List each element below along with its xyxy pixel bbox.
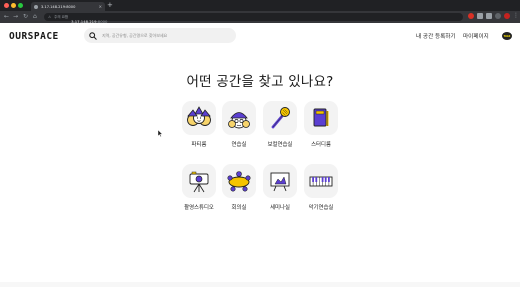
- mypage-link[interactable]: 마이페이지: [463, 32, 489, 40]
- globe-icon: [34, 4, 38, 9]
- search-icon: [89, 31, 97, 40]
- category-practice-room[interactable]: 연습실: [219, 101, 259, 148]
- warning-icon[interactable]: ⚠: [48, 15, 51, 19]
- bookmark-icon[interactable]: [486, 13, 492, 19]
- practice-room-icon: [228, 112, 250, 129]
- search-bar[interactable]: 지역, 공간유형, 공간명으로 찾아보세요: [84, 28, 236, 43]
- close-window-button[interactable]: [4, 3, 9, 8]
- page-title: 어떤 공간을 찾고 있나요?: [186, 74, 334, 90]
- browser-avatar[interactable]: [504, 13, 510, 19]
- category-vocal-room[interactable]: 보컬연습실: [260, 101, 300, 148]
- category-seminar-room[interactable]: 세미나실: [260, 164, 300, 211]
- reload-button[interactable]: ↻: [23, 13, 28, 21]
- minimize-window-button[interactable]: [11, 3, 16, 8]
- back-button[interactable]: ←: [4, 13, 9, 21]
- category-studio[interactable]: 촬영스튜디오: [179, 164, 219, 211]
- meeting-room-icon: [227, 171, 251, 192]
- register-space-link[interactable]: 내 공간 등록하기: [416, 32, 456, 40]
- security-label: 주의 요함: [54, 14, 69, 19]
- address-bar[interactable]: ⚠ 주의 요함 3.17.148.219:8000: [44, 13, 463, 24]
- mouse-cursor-icon: [158, 130, 163, 137]
- profile-avatar[interactable]: [495, 13, 501, 19]
- forward-button[interactable]: →: [13, 13, 18, 21]
- kakao-talk-icon[interactable]: TALK: [502, 32, 512, 40]
- category-study-room[interactable]: 스터디룸: [301, 101, 341, 148]
- site-header: OURSPACE 지역, 공간유형, 공간명으로 찾아보세요 내 공간 등록하기…: [0, 23, 520, 49]
- seminar-room-icon: [270, 172, 290, 192]
- bottom-edge: [0, 282, 520, 287]
- zoom-window-button[interactable]: [18, 3, 23, 8]
- logo[interactable]: OURSPACE: [9, 31, 59, 42]
- home-button[interactable]: ⌂: [33, 13, 37, 21]
- studio-icon: [189, 171, 209, 193]
- category-party-room[interactable]: 파티룸: [179, 101, 219, 148]
- more-menu-icon[interactable]: ⋮: [513, 13, 519, 19]
- extension-icon[interactable]: [468, 13, 474, 19]
- browser-toolbar: ← → ↻ ⌂ ⚠ 주의 요함 3.17.148.219:8000 ⋮: [0, 11, 520, 24]
- study-room-icon: [313, 108, 329, 127]
- vocal-room-icon: [271, 107, 290, 129]
- category-instrument-room[interactable]: 악기연습실: [301, 164, 341, 211]
- instrument-room-icon: [309, 176, 333, 187]
- party-room-icon: [187, 106, 211, 126]
- category-meeting-room[interactable]: 회의실: [219, 164, 259, 211]
- puzzle-icon[interactable]: [477, 13, 483, 19]
- new-tab-button[interactable]: +: [107, 1, 113, 10]
- search-input[interactable]: 지역, 공간유형, 공간명으로 찾아보세요: [102, 33, 167, 39]
